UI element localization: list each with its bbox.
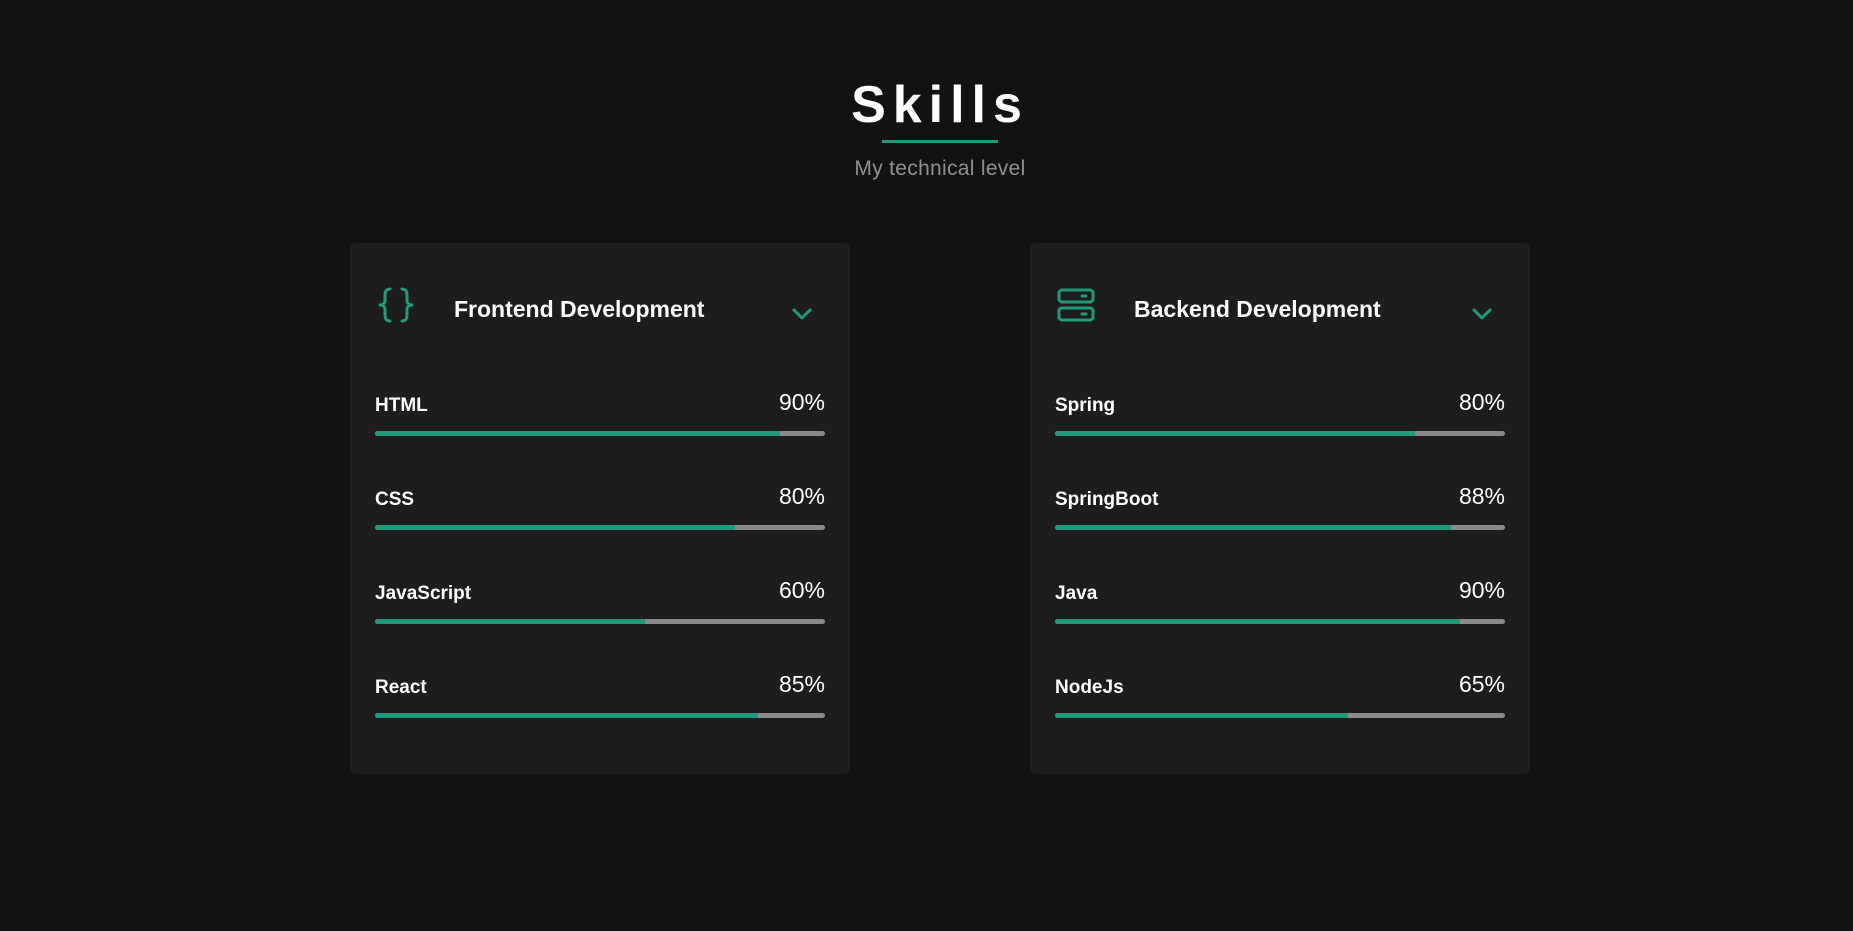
skill-item: Spring 80% [1055,375,1505,469]
frontend-card-title: Frontend Development [454,296,705,322]
skill-name: NodeJs [1055,677,1124,698]
skill-progress-bar [375,713,825,718]
frontend-skills-card: Frontend Development HTML 90% CSS 80% Ja… [350,243,850,774]
backend-card-header[interactable]: Backend Development [1030,243,1530,375]
chevron-down-icon[interactable] [788,300,816,328]
skill-percent: 80% [778,483,825,509]
skill-item: React 85% [375,657,825,751]
skill-name: JavaScript [375,583,472,604]
skill-progress-bar [375,431,825,436]
section-header: Skills My technical level [0,72,1853,181]
skill-progress-fill [1055,713,1348,718]
skill-percent: 90% [1458,577,1505,603]
skill-progress-bar [375,619,825,624]
server-icon [1056,285,1096,325]
skill-progress-fill [375,619,645,624]
page-subtitle: My technical level [854,157,1026,180]
skill-name: HTML [375,395,428,416]
skill-progress-bar [1055,713,1505,718]
skill-percent: 80% [1458,389,1505,415]
skill-progress-fill [375,431,780,436]
code-braces-icon [376,285,416,325]
skill-percent: 90% [778,389,825,415]
skill-percent: 88% [1458,483,1505,509]
chevron-down-icon[interactable] [1468,300,1496,328]
skill-percent: 65% [1458,671,1505,697]
skill-percent: 85% [778,671,825,697]
skill-progress-fill [1055,525,1451,530]
skill-progress-bar [375,525,825,530]
page-title: Skills [851,76,1029,134]
skill-item: SpringBoot 88% [1055,469,1505,563]
title-underline [882,140,998,143]
skill-progress-bar [1055,431,1505,436]
skill-name: React [375,677,427,698]
skill-item: HTML 90% [375,375,825,469]
skill-item: Java 90% [1055,563,1505,657]
skill-progress-bar [1055,525,1505,530]
backend-skills-card: Backend Development Spring 80% SpringBoo… [1030,243,1530,774]
skill-name: Java [1055,583,1098,604]
skill-progress-fill [375,713,758,718]
frontend-card-header[interactable]: Frontend Development [350,243,850,375]
skill-name: SpringBoot [1055,489,1159,510]
skill-name: CSS [375,489,415,510]
skill-progress-fill [375,525,735,530]
skill-progress-bar [1055,619,1505,624]
skills-page: Skills My technical level Frontend Devel… [0,0,1853,931]
skill-item: CSS 80% [375,469,825,563]
skill-item: NodeJs 65% [1055,657,1505,751]
skill-percent: 60% [778,577,825,603]
skill-progress-fill [1055,619,1460,624]
skill-progress-fill [1055,431,1415,436]
backend-card-title: Backend Development [1134,296,1381,322]
skill-name: Spring [1055,395,1116,416]
skill-item: JavaScript 60% [375,563,825,657]
